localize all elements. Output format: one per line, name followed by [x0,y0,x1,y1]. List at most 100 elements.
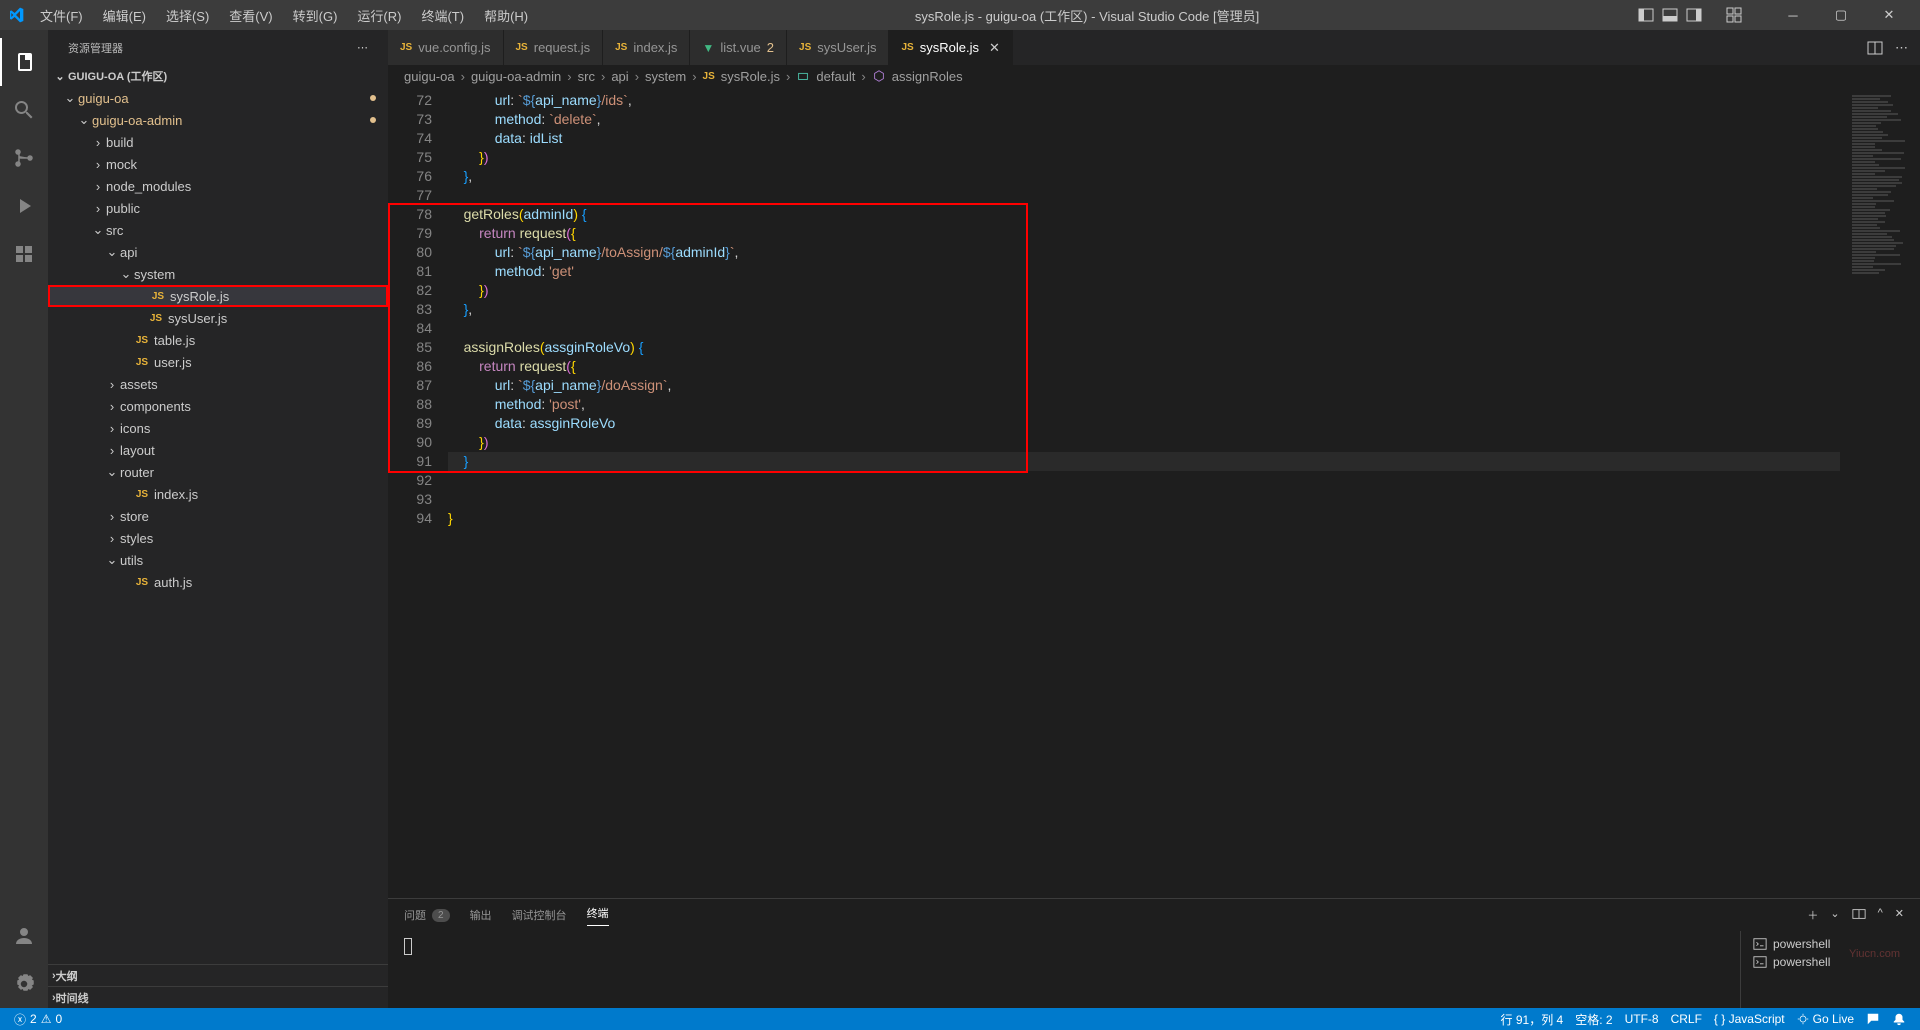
minimap[interactable] [1840,87,1920,898]
status-item[interactable]: UTF-8 [1619,1011,1665,1028]
breadcrumb-item[interactable]: assignRoles [892,69,963,84]
folder-item[interactable]: ›styles [48,527,388,549]
breadcrumb-item[interactable]: guigu-oa-admin [471,69,561,84]
feedback-icon[interactable] [1860,1012,1886,1026]
editor-tab[interactable]: JSsysUser.js [787,30,889,65]
breadcrumb[interactable]: guigu-oa›guigu-oa-admin›src›api›system›J… [388,65,1920,87]
file-item[interactable]: JSsysRole.js [48,285,388,307]
maximize-button[interactable]: ▢ [1818,0,1864,30]
panel-tab[interactable]: 终端 [587,905,609,926]
search-icon[interactable] [0,86,48,134]
menu-item[interactable]: 文件(F) [32,2,91,29]
file-item[interactable]: JSsysUser.js [48,307,388,329]
status-item[interactable]: 行 91，列 4 [1495,1011,1570,1028]
file-item[interactable]: JStable.js [48,329,388,351]
run-debug-icon[interactable] [0,182,48,230]
split-terminal-icon[interactable] [1852,907,1866,923]
file-item[interactable]: JSindex.js [48,483,388,505]
menu-item[interactable]: 终端(T) [413,2,472,29]
maximize-panel-icon[interactable]: ^ [1878,907,1883,923]
editor-tab[interactable]: JSvue.config.js [388,30,504,65]
panel-tab[interactable]: 调试控制台 [512,907,567,923]
status-item[interactable]: Go Live [1791,1011,1860,1028]
panel-tab[interactable]: 输出 [470,907,492,923]
close-panel-icon[interactable]: ✕ [1895,907,1904,923]
split-editor-icon[interactable] [1867,40,1883,56]
folder-item[interactable]: ⌄guigu-oa [48,87,388,109]
status-item[interactable]: CRLF [1665,1011,1708,1028]
terminal-body[interactable] [388,931,1740,1008]
code-editor[interactable]: 7273747576777879808182838485868788899091… [388,87,1920,898]
folder-item[interactable]: ›mock [48,153,388,175]
menu-item[interactable]: 转到(G) [285,2,346,29]
close-tab-icon[interactable]: ✕ [989,40,1000,56]
line-gutter: 7273747576777879808182838485868788899091… [388,87,448,898]
folder-item[interactable]: ⌄src [48,219,388,241]
folder-item[interactable]: ⌄utils [48,549,388,571]
minimize-button[interactable]: ─ [1770,0,1816,30]
menu-bar: 文件(F)编辑(E)选择(S)查看(V)转到(G)运行(R)终端(T)帮助(H) [32,2,536,29]
breadcrumb-item[interactable]: src [578,69,595,84]
workspace-root[interactable]: ⌄ GUIGU-OA (工作区) [48,65,388,87]
breadcrumb-item[interactable]: system [645,69,686,84]
menu-item[interactable]: 帮助(H) [476,2,536,29]
folder-item[interactable]: ⌄router [48,461,388,483]
sidebar-section[interactable]: › 大纲 [48,964,388,986]
chevron-right-icon: › [104,421,120,436]
folder-item[interactable]: ›node_modules [48,175,388,197]
chevron-right-icon: › [90,135,106,150]
breadcrumb-item[interactable]: sysRole.js [721,69,780,84]
more-actions-icon[interactable]: ⋯ [357,41,368,54]
panel-tab[interactable]: 问题2 [404,907,450,923]
vscode-logo-icon [8,7,24,23]
folder-item[interactable]: ›icons [48,417,388,439]
editor-tab[interactable]: JSrequest.js [504,30,604,65]
explorer-icon[interactable] [0,38,48,86]
folder-item[interactable]: ›assets [48,373,388,395]
toggle-panel-bottom-icon[interactable] [1662,7,1678,23]
menu-item[interactable]: 查看(V) [221,2,280,29]
code-content[interactable]: url: `${api_name}/ids`, method: `delete`… [448,87,1840,898]
js-file-icon: JS [150,291,166,302]
breadcrumb-item[interactable]: guigu-oa [404,69,455,84]
editor-tab[interactable]: ▼list.vue2 [690,30,787,65]
folder-item[interactable]: ›components [48,395,388,417]
menu-item[interactable]: 编辑(E) [95,2,154,29]
file-item[interactable]: JSauth.js [48,571,388,593]
file-item[interactable]: JSuser.js [48,351,388,373]
extensions-icon[interactable] [0,230,48,278]
folder-item[interactable]: ⌄api [48,241,388,263]
menu-item[interactable]: 选择(S) [158,2,217,29]
settings-gear-icon[interactable] [0,960,48,1008]
breadcrumb-item[interactable]: default [816,69,855,84]
folder-item[interactable]: ›build [48,131,388,153]
sidebar-section[interactable]: › 时间线 [48,986,388,1008]
folder-item[interactable]: ›store [48,505,388,527]
terminal-icon [1753,937,1767,951]
editor-tab[interactable]: JSindex.js [603,30,690,65]
toggle-panel-left-icon[interactable] [1638,7,1654,23]
terminal-instance[interactable]: powershell [1749,935,1912,953]
folder-item[interactable]: ›public [48,197,388,219]
source-control-icon[interactable] [0,134,48,182]
terminal-dropdown-icon[interactable]: ⌄ [1830,907,1839,923]
customize-layout-icon[interactable] [1726,7,1742,23]
terminal-instance[interactable]: powershell [1749,953,1912,971]
toggle-panel-right-icon[interactable] [1686,7,1702,23]
status-item[interactable]: { } JavaScript [1708,1011,1791,1028]
status-errors[interactable]: ⓧ2 ⚠0 [8,1011,68,1028]
js-file-icon: JS [134,357,150,368]
folder-item[interactable]: ›layout [48,439,388,461]
status-item[interactable]: 空格: 2 [1569,1011,1618,1028]
folder-item[interactable]: ⌄system [48,263,388,285]
close-button[interactable]: ✕ [1866,0,1912,30]
folder-item[interactable]: ⌄guigu-oa-admin [48,109,388,131]
chevron-down-icon: ⌄ [118,266,134,282]
new-terminal-icon[interactable]: ＋ [1807,907,1818,923]
editor-tab[interactable]: JSsysRole.js✕ [889,30,1012,65]
breadcrumb-item[interactable]: api [611,69,628,84]
account-icon[interactable] [0,912,48,960]
menu-item[interactable]: 运行(R) [349,2,409,29]
more-tab-actions-icon[interactable]: ⋯ [1895,40,1908,56]
notifications-icon[interactable] [1886,1012,1912,1026]
